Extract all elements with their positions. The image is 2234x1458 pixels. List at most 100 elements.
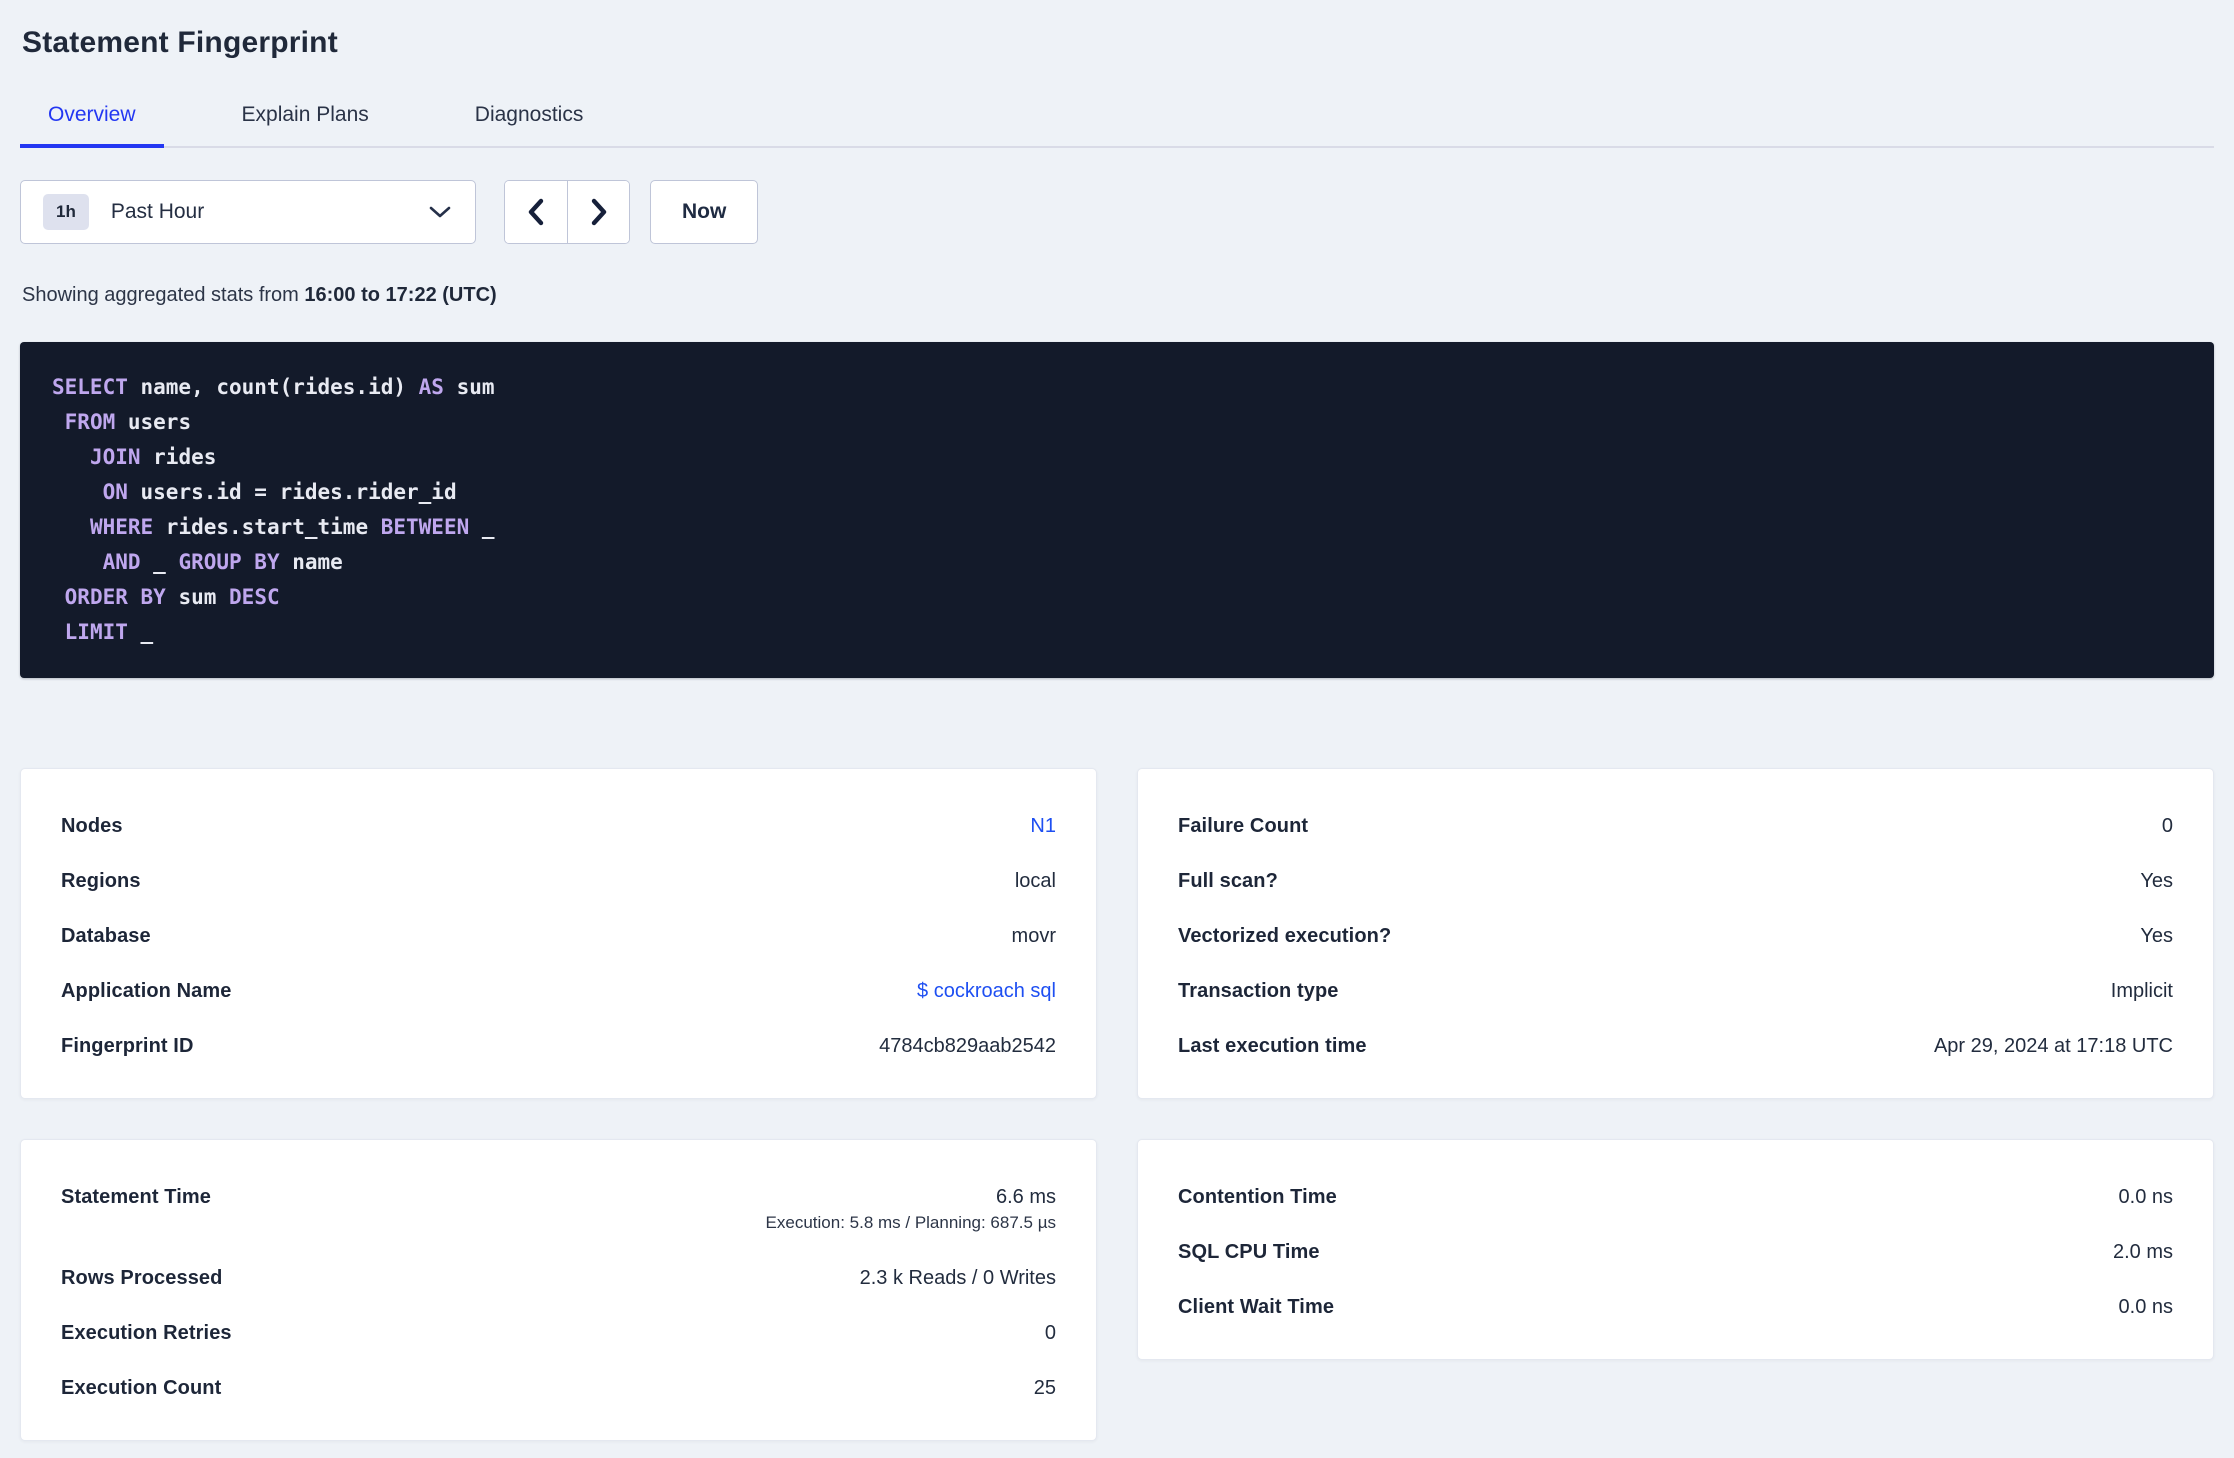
sql-keyword: BETWEEN: [380, 515, 470, 539]
stat-label: Vectorized execution?: [1178, 925, 1392, 947]
stat-label: Failure Count: [1178, 815, 1309, 837]
stat-row: Execution Retries 0: [61, 1306, 1056, 1361]
stat-row: Database movr: [61, 909, 1056, 964]
stat-label: Contention Time: [1178, 1186, 1337, 1208]
time-nav-buttons: [504, 180, 630, 244]
sql-keyword: FROM: [64, 410, 116, 434]
stats-summary-prefix: Showing aggregated stats from: [22, 284, 305, 306]
chevron-down-icon: [429, 206, 451, 218]
stat-label: Database: [61, 925, 151, 947]
next-time-button[interactable]: [567, 181, 629, 243]
stat-label: Execution Count: [61, 1377, 222, 1399]
stat-value: Yes: [2140, 870, 2173, 892]
stat-value: Apr 29, 2024 at 17:18 UTC: [1933, 1035, 2173, 1057]
sql-text: _: [469, 515, 495, 539]
stat-row: Execution Count 25: [61, 1361, 1056, 1416]
stats-cards-grid: Nodes N1 Regions local Database movr Applicati…: [20, 768, 2214, 1441]
statement-fingerprint-page: Statement Fingerprint Overview Explain Pl…: [0, 26, 2234, 1441]
stat-value: 2.3 k Reads / 0 Writes: [859, 1267, 1056, 1289]
sql-keyword: ORDER BY: [64, 585, 166, 609]
stat-row: Regions local: [61, 854, 1056, 909]
stat-row: Last execution time Apr 29, 2024 at 17:18…: [1178, 1019, 2173, 1074]
stat-label: Rows Processed: [61, 1267, 223, 1289]
stat-row: Client Wait Time 0.0 ns: [1178, 1280, 2173, 1335]
time-range-select[interactable]: 1h Past Hour: [20, 180, 476, 244]
stat-row: Statement Time 6.6 ms Execution: 5.8 ms / …: [61, 1170, 1056, 1251]
chevron-left-icon: [528, 198, 544, 226]
sql-statement: SELECT name, count(rides.id) AS sum FROM…: [52, 370, 2182, 650]
stat-value: Implicit: [2110, 980, 2173, 1002]
stat-label: Execution Retries: [61, 1322, 232, 1344]
sql-keyword: DESC: [229, 585, 280, 609]
sql-text: rides.start_time: [153, 515, 381, 539]
stat-row: SQL CPU Time 2.0 ms: [1178, 1225, 2173, 1280]
stat-row: Fingerprint ID 4784cb829aab2542: [61, 1019, 1056, 1074]
sql-keyword: JOIN: [89, 445, 141, 469]
stat-row: Transaction type Implicit: [1178, 964, 2173, 1019]
chevron-right-icon: [591, 198, 606, 226]
stat-row: Application Name $ cockroach sql: [61, 964, 1056, 1019]
sql-keyword: GROUP BY: [178, 550, 280, 574]
stat-value: local: [1014, 870, 1056, 892]
now-button[interactable]: Now: [650, 180, 759, 244]
sql-keyword: AND: [102, 550, 141, 574]
execution-stats-card: Statement Time 6.6 ms Execution: 5.8 ms / …: [20, 1139, 1097, 1441]
stat-label: Full scan?: [1178, 870, 1278, 892]
sql-keyword: LIMIT: [64, 620, 128, 644]
tab-diagnostics[interactable]: Diagnostics: [447, 102, 612, 148]
stat-row: Contention Time 0.0 ns: [1178, 1170, 2173, 1225]
tab-overview[interactable]: Overview: [20, 102, 164, 148]
stat-value: 0: [2161, 815, 2173, 837]
stat-value: 0.0 ns: [2118, 1186, 2173, 1208]
sql-keyword: SELECT: [52, 375, 128, 399]
stat-row: Rows Processed 2.3 k Reads / 0 Writes: [61, 1251, 1056, 1306]
page-title: Statement Fingerprint: [22, 26, 338, 59]
stat-row: Failure Count 0: [1178, 799, 2173, 854]
sql-keyword: AS: [418, 375, 444, 399]
stat-value-link[interactable]: $ cockroach sql: [917, 964, 1056, 1019]
tab-explain-plans[interactable]: Explain Plans: [214, 102, 397, 148]
sql-keyword: WHERE: [89, 515, 154, 539]
stat-label: SQL CPU Time: [1178, 1241, 1320, 1263]
stat-row: Nodes N1: [61, 799, 1056, 854]
stat-label: Transaction type: [1178, 980, 1339, 1002]
prev-time-button[interactable]: [505, 181, 567, 243]
sql-text: _: [140, 550, 179, 574]
stat-value: 25: [1033, 1377, 1056, 1399]
stat-label: Regions: [61, 870, 141, 892]
stat-subvalue: Execution: 5.8 ms / Planning: 687.5 µs: [765, 1213, 1056, 1232]
time-controls: 1h Past Hour Now: [20, 180, 2214, 244]
stat-label: Statement Time: [61, 1186, 211, 1208]
stats-summary-range: 16:00 to 17:22 (UTC): [304, 284, 497, 306]
sql-text: _: [127, 620, 154, 644]
stat-value: 4784cb829aab2542: [879, 1035, 1056, 1057]
stat-value: movr: [1011, 925, 1056, 947]
sql-text: name, count(rides.id): [127, 375, 419, 399]
sql-text: users.id = rides.rider_id: [127, 480, 457, 504]
stat-value: 0.0 ns: [2118, 1296, 2173, 1318]
sql-text: sum: [165, 585, 230, 609]
stat-value: 2.0 ms: [2112, 1241, 2173, 1263]
stat-value: 0: [1044, 1322, 1056, 1344]
sql-text: rides: [140, 445, 217, 469]
sql-keyword: ON: [102, 480, 128, 504]
stat-row: Vectorized execution? Yes: [1178, 909, 2173, 964]
time-range-badge: 1h: [43, 194, 89, 230]
stat-label: Application Name: [61, 980, 232, 1002]
stat-label: Client Wait Time: [1178, 1296, 1335, 1318]
time-range-label: Past Hour: [110, 200, 205, 223]
overview-details-card-left: Nodes N1 Regions local Database movr Applicati…: [20, 768, 1097, 1099]
sql-statement-box: SELECT name, count(rides.id) AS sum FROM…: [20, 342, 2214, 678]
sql-text: sum: [443, 375, 495, 399]
sql-text: users: [115, 410, 192, 434]
stat-value-link[interactable]: N1: [1030, 799, 1056, 854]
sql-text: name: [279, 550, 343, 574]
tab-bar: Overview Explain Plans Diagnostics: [20, 102, 2214, 148]
